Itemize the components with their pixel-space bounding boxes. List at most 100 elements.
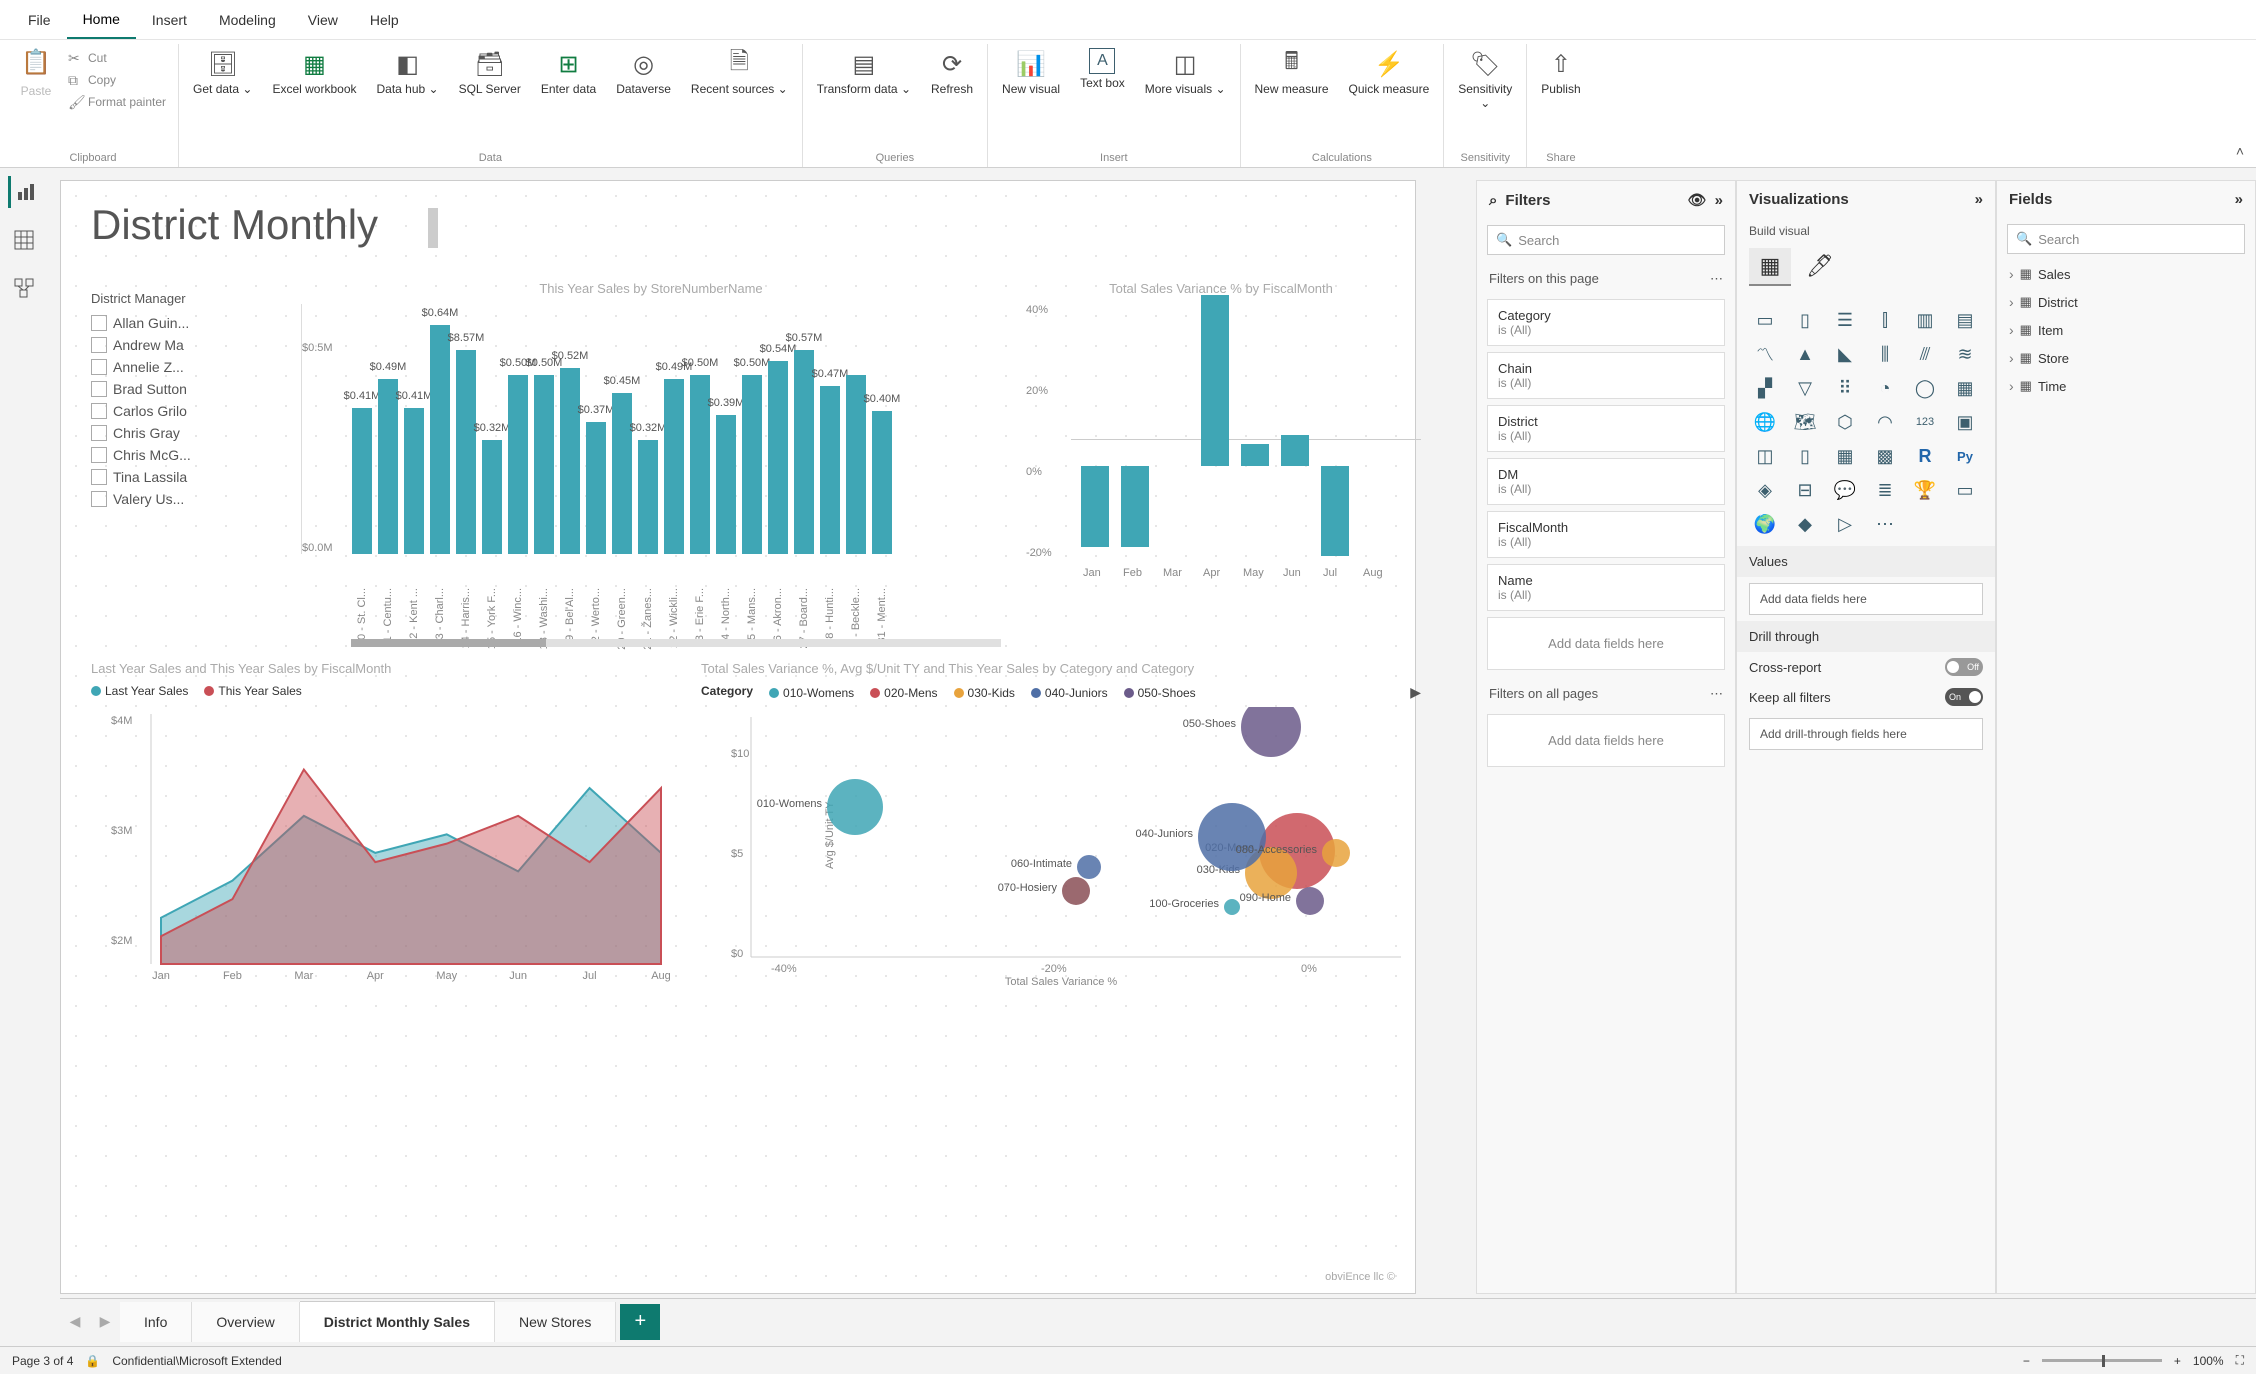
- narrative-icon[interactable]: ≣: [1869, 476, 1901, 504]
- collapse-ribbon-icon[interactable]: ˄: [2236, 143, 2244, 159]
- menu-modeling[interactable]: Modeling: [203, 2, 292, 38]
- bar-chart-scrollbar[interactable]: [351, 639, 1001, 647]
- bar[interactable]: $0.52M19 - Bel'Al...: [560, 368, 580, 554]
- sales-area-chart[interactable]: Last Year Sales and This Year Sales by F…: [91, 661, 671, 1041]
- stacked-bar-icon[interactable]: ▭: [1749, 306, 1781, 334]
- line-chart-icon[interactable]: 〽: [1749, 340, 1781, 368]
- field-table-row[interactable]: ▦District: [1997, 288, 2255, 316]
- publish-button[interactable]: ⇧Publish: [1535, 44, 1586, 100]
- bubble[interactable]: [1224, 899, 1240, 915]
- variance-bar[interactable]: [1121, 466, 1149, 547]
- filter-card[interactable]: Districtis (All): [1487, 405, 1725, 452]
- treemap-icon[interactable]: ▦: [1949, 374, 1981, 402]
- filter-card[interactable]: DMis (All): [1487, 458, 1725, 505]
- variance-bar-chart[interactable]: Total Sales Variance % by FiscalMonth 40…: [1021, 281, 1421, 631]
- stacked-area-icon[interactable]: ◣: [1829, 340, 1861, 368]
- more-icon[interactable]: ⋯: [1710, 686, 1723, 702]
- data-view-button[interactable]: [8, 224, 40, 256]
- sensitivity-button[interactable]: 🏷Sensitivity⌄: [1452, 44, 1518, 115]
- legend-next-icon[interactable]: ▶: [1410, 684, 1421, 701]
- excel-button[interactable]: ▦Excel workbook: [266, 44, 362, 100]
- bubble[interactable]: [827, 779, 883, 835]
- fields-search[interactable]: 🔍 Search: [2007, 224, 2245, 254]
- bubble[interactable]: [1062, 877, 1090, 905]
- bar[interactable]: $0.50M16 - Winc...: [508, 375, 528, 554]
- menu-file[interactable]: File: [12, 2, 67, 38]
- page-tab[interactable]: New Stores: [495, 1302, 616, 1342]
- bubble-chart[interactable]: Total Sales Variance %, Avg $/Unit TY an…: [701, 661, 1421, 1041]
- paginated-icon[interactable]: ▭: [1949, 476, 1981, 504]
- filter-card[interactable]: Categoryis (All): [1487, 299, 1725, 346]
- quick-measure-button[interactable]: ⚡Quick measure: [1343, 44, 1436, 100]
- donut-icon[interactable]: ◯: [1909, 374, 1941, 402]
- pie-icon[interactable]: ◔: [1869, 374, 1901, 402]
- arcgis-icon[interactable]: 🌍: [1749, 510, 1781, 538]
- filled-map-icon[interactable]: 🗺: [1789, 408, 1821, 436]
- more-icon[interactable]: ⋯: [1710, 271, 1723, 287]
- bubble[interactable]: [1077, 855, 1101, 879]
- page-tab[interactable]: Info: [120, 1302, 192, 1342]
- shape-map-icon[interactable]: ⬡: [1829, 408, 1861, 436]
- slicer-item[interactable]: Annelie Z...: [91, 356, 291, 378]
- variance-bar[interactable]: [1201, 295, 1229, 466]
- variance-bar[interactable]: [1241, 444, 1269, 467]
- slicer-item[interactable]: Brad Sutton: [91, 378, 291, 400]
- slicer-item[interactable]: Chris Gray: [91, 422, 291, 444]
- stacked-column-icon[interactable]: ▯: [1789, 306, 1821, 334]
- field-table-row[interactable]: ▦Store: [1997, 344, 2255, 372]
- keep-filters-toggle[interactable]: On: [1945, 688, 1983, 706]
- district-manager-slicer[interactable]: District Manager Allan Guin...Andrew MaA…: [91, 291, 291, 510]
- field-table-row[interactable]: ▦Time: [1997, 372, 2255, 400]
- slicer-item[interactable]: Valery Us...: [91, 488, 291, 510]
- build-mode-button[interactable]: ▦: [1749, 248, 1791, 286]
- collapse-icon[interactable]: »: [2235, 191, 2243, 208]
- slicer-item[interactable]: Chris McG...: [91, 444, 291, 466]
- field-table-row[interactable]: ▦Sales: [1997, 260, 2255, 288]
- filter-card[interactable]: FiscalMonthis (All): [1487, 511, 1725, 558]
- model-view-button[interactable]: [8, 272, 40, 304]
- bar[interactable]: $0.39M24 - North...: [716, 415, 736, 554]
- gauge-icon[interactable]: ◠: [1869, 408, 1901, 436]
- format-mode-button[interactable]: 🖊: [1799, 248, 1841, 286]
- bubble[interactable]: [1241, 707, 1301, 757]
- enter-data-button[interactable]: ⊞Enter data: [535, 44, 602, 100]
- line-column-icon[interactable]: ⫼: [1869, 340, 1901, 368]
- scatter-icon[interactable]: ⠿: [1829, 374, 1861, 402]
- tab-next-button[interactable]: ▶: [90, 1313, 120, 1330]
- bar[interactable]: $0.57M27 - Board...: [794, 350, 814, 554]
- filter-card[interactable]: Chainis (All): [1487, 352, 1725, 399]
- qa-icon[interactable]: 💬: [1829, 476, 1861, 504]
- sales-bar-chart[interactable]: This Year Sales by StoreNumberName $0.5M…: [301, 281, 1001, 631]
- add-page-button[interactable]: +: [620, 1304, 660, 1340]
- bar[interactable]: $0.50M25 - Mans...: [742, 375, 762, 554]
- transform-button[interactable]: ▤Transform data ⌄: [811, 44, 917, 100]
- all-filter-drop[interactable]: Add data fields here: [1487, 714, 1725, 767]
- menu-insert[interactable]: Insert: [136, 2, 203, 38]
- drill-drop[interactable]: Add drill-through fields here: [1749, 718, 1983, 750]
- card-icon[interactable]: 123: [1909, 408, 1941, 436]
- bar[interactable]: $0.47M28 - Hunti...: [820, 386, 840, 554]
- slicer-item[interactable]: Andrew Ma: [91, 334, 291, 356]
- zoom-in-button[interactable]: +: [2174, 1354, 2181, 1368]
- zoom-slider[interactable]: [2042, 1359, 2162, 1362]
- clustered-column-icon[interactable]: ⫿: [1869, 306, 1901, 334]
- fit-page-button[interactable]: ⛶: [2236, 1353, 2244, 1368]
- menu-home[interactable]: Home: [67, 1, 136, 39]
- filters-search[interactable]: 🔍 Search: [1487, 225, 1725, 255]
- more-visuals-button[interactable]: ◫More visuals ⌄: [1139, 44, 1232, 100]
- more-visuals-icon[interactable]: ⋯: [1869, 510, 1901, 538]
- bar[interactable]: $0.54M26 - Akron...: [768, 361, 788, 554]
- area-chart-icon[interactable]: ▲: [1789, 340, 1821, 368]
- zoom-out-button[interactable]: −: [2023, 1354, 2030, 1368]
- bar[interactable]: $0.37M2 - Werto...: [586, 422, 606, 554]
- report-canvas[interactable]: District Monthly District Manager Allan …: [60, 180, 1416, 1294]
- bar[interactable]: $0.41M12 - Kent ...: [404, 408, 424, 554]
- bar[interactable]: $0.40M31 - Ment...: [872, 411, 892, 554]
- bar[interactable]: $0.64M13 - Charl...: [430, 325, 450, 554]
- data-hub-button[interactable]: ◧Data hub ⌄: [371, 44, 445, 100]
- r-visual-icon[interactable]: R: [1909, 442, 1941, 470]
- bar[interactable]: $0.41M10 - St. Cl...: [352, 408, 372, 554]
- paste-button[interactable]: 📋 Paste: [16, 44, 56, 100]
- powerapps-icon[interactable]: ◆: [1789, 510, 1821, 538]
- slicer-item[interactable]: Tina Lassila: [91, 466, 291, 488]
